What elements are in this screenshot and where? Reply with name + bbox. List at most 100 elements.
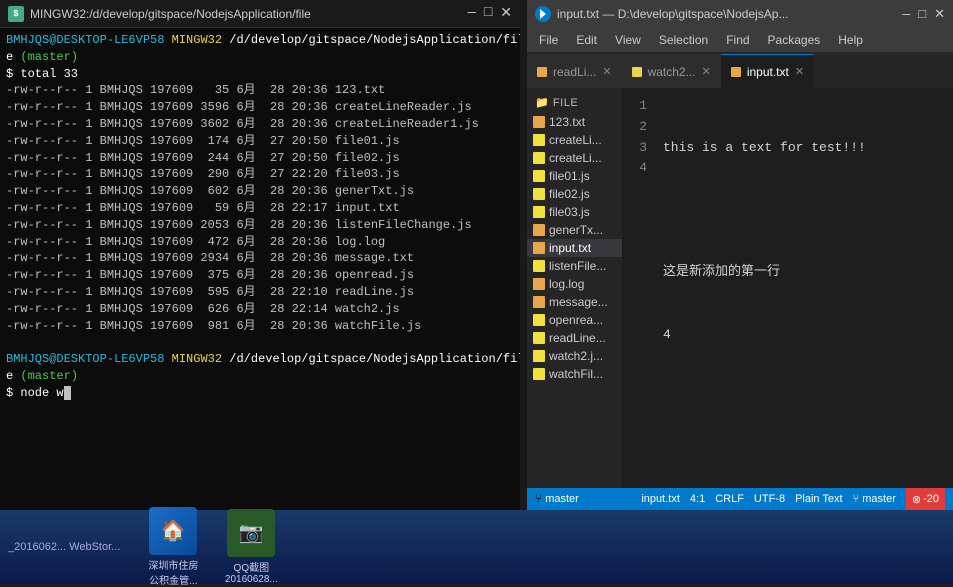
vscode-statusbar: ⑂ master input.txt 4:1 CRLF UTF-8 Plain … [527,488,953,510]
file-item-file01[interactable]: file01.js [527,167,622,185]
statusbar-left: ⑂ master [535,492,579,506]
git-branch-icon: ⑂ [535,492,542,506]
file-item-genertx[interactable]: generTx... [527,221,622,239]
term-line-8: -rw-r--r-- 1 BMHJQS 197609 244 6月 27 20:… [6,150,514,167]
line-num-3: 3 [623,138,647,159]
statusbar-right: input.txt 4:1 CRLF UTF-8 Plain Text ⑂ ma… [641,488,945,510]
file-name-message: message... [549,295,608,309]
vscode-minimize-button[interactable]: — [902,7,910,22]
terminal-controls[interactable]: — □ ✕ [467,5,512,22]
file-item-readline[interactable]: readLine... [527,329,622,347]
file-item-inputtxt[interactable]: input.txt [527,239,622,257]
taskbar-label-qqshot: QQ截图20160628... [216,559,286,585]
vscode-close-button[interactable]: ✕ [934,7,945,22]
tab-readli-label: readLi... [553,65,596,79]
taskbar-app-shenzhenfund[interactable]: 🏠 深圳市住房公积金管... [138,507,208,587]
git-status[interactable]: ⑂ master [535,492,579,506]
tab-readli[interactable]: readLi... ✕ [527,54,622,88]
menu-selection[interactable]: Selection [651,31,716,49]
file-icon-watchfil [533,368,545,380]
file-item-message[interactable]: message... [527,293,622,311]
menu-find[interactable]: Find [718,31,757,49]
editor-area[interactable]: 1 2 3 4 this is a text for test!!! 这是新添加… [623,88,953,488]
file-icon-file03 [533,206,545,218]
taskbar-app-qqshot[interactable]: 📷 QQ截图20160628... [216,509,286,585]
status-line-ending[interactable]: CRLF [715,493,744,505]
terminal-titlebar: $ MINGW32:/d/develop/gitspace/NodejsAppl… [0,0,520,28]
file-item-watchfil[interactable]: watchFil... [527,365,622,383]
file-icon-genertx [533,224,545,236]
editor-line-3: 这是新添加的第一行 [663,262,953,283]
terminal-icon: $ [8,6,24,22]
editor-line-2 [663,200,953,221]
file-icon-watch2 [632,67,642,77]
term-line-10: -rw-r--r-- 1 BMHJQS 197609 602 6月 28 20:… [6,183,514,200]
term-line-2: e (master) [6,49,514,66]
file-name-readline: readLine... [549,331,606,345]
vscode-maximize-button[interactable]: □ [918,7,926,22]
vscode-controls[interactable]: — □ ✕ [902,7,945,22]
git-branch-name[interactable]: master [545,493,579,505]
term-line-3: $ total 33 [6,66,514,83]
terminal-window: $ MINGW32:/d/develop/gitspace/NodejsAppl… [0,0,520,510]
file-icon-file02 [533,188,545,200]
vscode-app-icon [535,6,551,22]
tab-input-txt[interactable]: input.txt ✕ [721,54,814,88]
file-item-loglog[interactable]: log.log [527,275,622,293]
taskbar: _2016062... WebStor... 🏠 深圳市住房公积金管... 📷 … [0,510,953,584]
status-language[interactable]: Plain Text [795,493,843,505]
menu-view[interactable]: View [607,31,649,49]
maximize-button[interactable]: □ [484,5,492,22]
file-item-listenfile[interactable]: listenFile... [527,257,622,275]
file-name-genertx: generTx... [549,223,603,237]
taskbar-icon-fund: 🏠 [149,507,197,555]
file-item-123txt[interactable]: 123.txt [527,113,622,131]
term-line-7: -rw-r--r-- 1 BMHJQS 197609 174 6月 27 20:… [6,133,514,150]
file-item-file02[interactable]: file02.js [527,185,622,203]
fund-icon-symbol: 🏠 [161,518,186,544]
line-num-1: 1 [623,96,647,117]
file-icon-inputtxt [533,242,545,254]
status-position[interactable]: 4:1 [690,493,705,505]
tab-watch2-close[interactable]: ✕ [702,65,711,78]
file-icon-createli1 [533,134,545,146]
file-name-listenfile: listenFile... [549,259,606,273]
menu-file[interactable]: File [531,31,566,49]
file-icon-createli2 [533,152,545,164]
file-item-openread[interactable]: openrea... [527,311,622,329]
file-icon-readline [533,332,545,344]
editor-text[interactable]: this is a text for test!!! 这是新添加的第一行 4 [653,88,953,488]
file-name-file01: file01.js [549,169,590,183]
file-name-123txt: 123.txt [549,115,585,129]
file-icon-watch2js [533,350,545,362]
status-file: input.txt [641,493,680,505]
minimize-button[interactable]: — [467,5,475,22]
term-line-5: -rw-r--r-- 1 BMHJQS 197609 3596 6月 28 20… [6,99,514,116]
file-item-file03[interactable]: file03.js [527,203,622,221]
file-name-file02: file02.js [549,187,590,201]
error-code: -20 [923,493,939,505]
file-item-createli1[interactable]: createLi... [527,131,622,149]
file-icon-openread [533,314,545,326]
file-item-watch2js[interactable]: watch2.j... [527,347,622,365]
file-item-createli2[interactable]: createLi... [527,149,622,167]
file-name-watchfil: watchFil... [549,367,603,381]
vscode-menubar: File Edit View Selection Find Packages H… [527,28,953,52]
editor-line-4: 4 [663,325,953,346]
tab-input-close[interactable]: ✕ [795,65,804,78]
menu-help[interactable]: Help [830,31,871,49]
terminal-cursor [64,386,71,400]
tab-watch2[interactable]: watch2... ✕ [622,54,721,88]
status-error-badge: ⊗ -20 [906,488,945,510]
file-name-createli2: createLi... [549,151,602,165]
terminal-body[interactable]: BMHJQS@DESKTOP-LE6VP58 MINGW32 /d/develo… [0,28,520,510]
close-button[interactable]: ✕ [500,5,512,22]
error-icon: ⊗ [912,493,921,506]
tab-readli-close[interactable]: ✕ [602,65,611,78]
menu-packages[interactable]: Packages [760,31,829,49]
menu-edit[interactable]: Edit [568,31,605,49]
status-encoding[interactable]: UTF-8 [754,493,785,505]
vscode-title: input.txt — D:\develop\gitspace\NodejsAp… [557,7,788,21]
file-icon-file01 [533,170,545,182]
vscode-body: 📁 file 123.txt createLi... createLi... f… [527,88,953,488]
